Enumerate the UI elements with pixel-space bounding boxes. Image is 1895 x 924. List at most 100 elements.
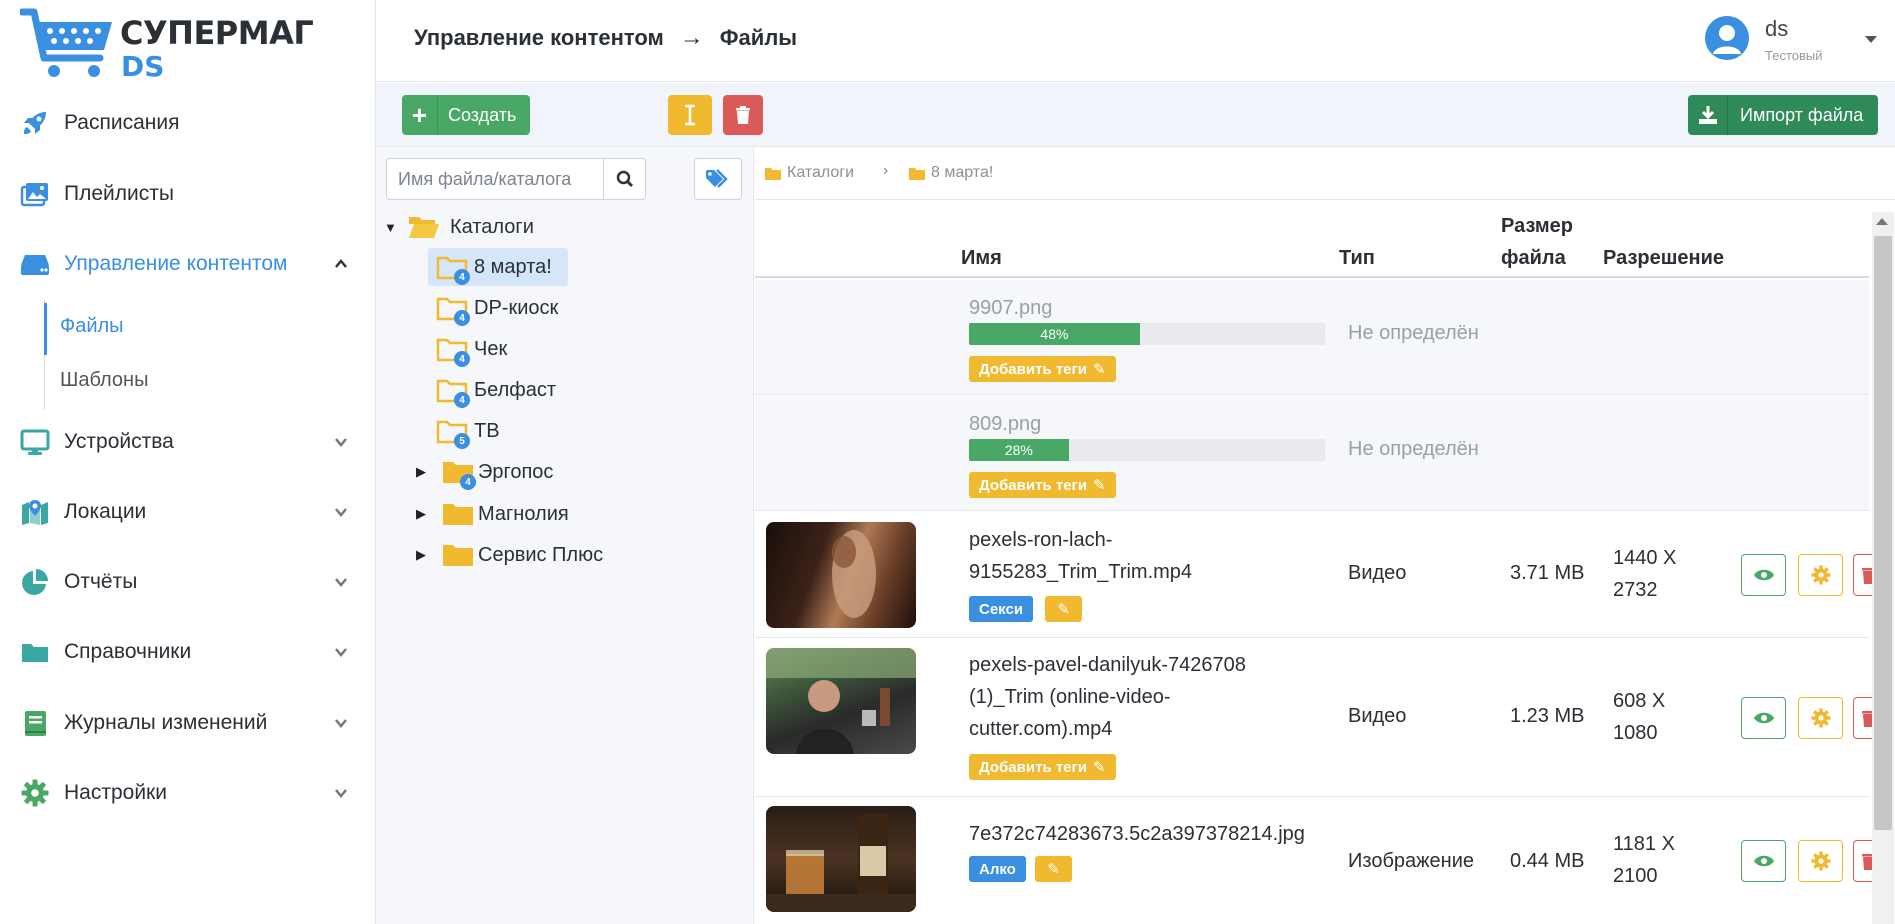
chevron-down-icon: [335, 578, 347, 587]
gear-icon: [1811, 565, 1830, 585]
table-row[interactable]: pexels-ron-lach- 9155283_Trim_Trim.mp4 С…: [755, 512, 1883, 638]
tree-node-label: 8 марта!: [474, 255, 552, 278]
search-input[interactable]: [387, 159, 602, 199]
user-menu[interactable]: ds Тестовый: [1705, 12, 1877, 70]
folder-count-badge: 4: [454, 392, 470, 408]
file-size: 1.23 MB: [1510, 705, 1585, 727]
settings-button[interactable]: [1798, 840, 1843, 882]
eye-icon: [1753, 569, 1774, 581]
sidebar-item-schedules[interactable]: Расписания: [0, 93, 376, 153]
sidebar-item-playlists[interactable]: Плейлисты: [0, 164, 376, 224]
file-type: Видео: [1348, 705, 1407, 727]
chevron-down-icon: [335, 648, 347, 657]
add-tags-button[interactable]: Добавить теги ✎: [969, 472, 1116, 498]
breadcrumb-item-section[interactable]: Управление контентом: [414, 25, 664, 51]
tag-badge[interactable]: Секси: [969, 596, 1034, 622]
tree-node-folder[interactable]: 4 DP-киоск: [428, 289, 628, 327]
arrow-right-icon: →: [679, 24, 704, 51]
file-name-line2: 9155283_Trim_Trim.mp4: [969, 561, 1193, 583]
tree-node-root[interactable]: ▼ Каталоги: [384, 208, 684, 246]
sidebar-item-changelogs[interactable]: Журналы изменений: [0, 693, 376, 753]
file-thumbnail[interactable]: [766, 806, 916, 912]
file-resolution-line2: 2100: [1613, 865, 1658, 887]
sidebar-item-locations[interactable]: Локации: [0, 482, 376, 542]
path-item-catalogs[interactable]: Каталоги: [765, 164, 854, 182]
file-name: 7e372c74283673.5c2a397378214.jpg: [969, 823, 1305, 845]
toolbar: + Создать Импорт файла: [376, 83, 1895, 147]
tree-node-folder[interactable]: ▶ Магнолия: [416, 495, 656, 533]
settings-button[interactable]: [1798, 697, 1843, 739]
gear-icon: [1811, 708, 1830, 728]
tag-badge[interactable]: Алко: [969, 856, 1026, 882]
sidebar-item-reports[interactable]: Отчёты: [0, 552, 376, 612]
chevron-down-icon: [335, 508, 347, 517]
search-icon[interactable]: [603, 159, 645, 199]
rename-button[interactable]: [668, 95, 712, 135]
sidebar-subitem-files[interactable]: Файлы: [44, 303, 344, 355]
view-button[interactable]: [1741, 840, 1786, 882]
app-logo[interactable]: СУПЕРМАГ DS: [20, 8, 314, 83]
settings-button[interactable]: [1798, 554, 1843, 596]
tree-node-folder[interactable]: 4 Белфаст: [428, 371, 628, 409]
create-button-label: Создать: [448, 104, 517, 125]
folder-tree-panel: ▼ Каталоги 4 8 марта! 4 DP-киоск 4 Чек: [376, 148, 754, 924]
sidebar-item-directories[interactable]: Справочники: [0, 622, 376, 682]
sidebar-subitem-label: Файлы: [60, 314, 124, 337]
chevron-down-icon: [335, 438, 347, 447]
view-button[interactable]: [1741, 554, 1786, 596]
sidebar-subitem-templates[interactable]: Шаблоны: [44, 357, 344, 403]
file-thumbnail[interactable]: [766, 522, 916, 628]
table-row[interactable]: 7e372c74283673.5c2a397378214.jpg Алко ✎ …: [755, 798, 1883, 924]
file-size: 0.44 MB: [1510, 850, 1585, 872]
plus-icon: +: [402, 95, 438, 135]
caret-down-icon[interactable]: ▼: [384, 220, 397, 235]
caret-right-icon[interactable]: ▶: [416, 506, 426, 522]
column-header-type[interactable]: Тип: [1339, 242, 1375, 274]
delete-button[interactable]: [723, 95, 763, 135]
tree-node-folder[interactable]: ▶ 4 Эргопос: [416, 453, 656, 491]
import-file-button[interactable]: Импорт файла: [1688, 95, 1878, 135]
view-button[interactable]: [1741, 697, 1786, 739]
table-row[interactable]: 809.png 28% Добавить теги ✎ Не определён: [755, 396, 1869, 511]
caret-right-icon[interactable]: ▶: [416, 464, 426, 480]
sidebar-item-settings[interactable]: Настройки: [0, 763, 376, 823]
caret-right-icon[interactable]: ▶: [416, 547, 426, 563]
edit-tags-button[interactable]: ✎: [1035, 856, 1072, 882]
tree-node-folder[interactable]: 4 Чек: [428, 330, 628, 368]
column-header-size-line2[interactable]: файла: [1501, 242, 1566, 274]
path-item-current[interactable]: 8 марта!: [909, 164, 993, 182]
edit-tags-button[interactable]: ✎: [1045, 596, 1082, 622]
tags-filter-button[interactable]: [694, 158, 742, 200]
create-button[interactable]: + Создать: [402, 95, 530, 135]
folder-icon: [443, 504, 473, 525]
table-row[interactable]: pexels-pavel-danilyuk-7426708 (1)_Trim (…: [755, 639, 1883, 797]
tree-node-folder[interactable]: 4 8 марта!: [428, 248, 568, 286]
sidebar-item-devices[interactable]: Устройства: [0, 412, 376, 472]
sidebar-item-label: Настройки: [64, 781, 167, 804]
column-header-resolution[interactable]: Разрешение: [1603, 242, 1724, 274]
eye-icon: [1753, 712, 1774, 724]
sidebar-item-content[interactable]: Управление контентом: [0, 234, 376, 294]
table-row[interactable]: 9907.png 48% Добавить теги ✎ Не определё…: [755, 280, 1869, 395]
folder-icon: [909, 167, 925, 180]
file-thumbnail[interactable]: [766, 648, 916, 754]
tree-node-folder[interactable]: 5 ТВ: [428, 412, 628, 450]
eye-icon: [1753, 855, 1774, 867]
add-tags-button[interactable]: Добавить теги ✎: [969, 754, 1116, 780]
text-cursor-icon: [685, 104, 695, 126]
folder-count-badge: 5: [454, 433, 470, 449]
column-header-name[interactable]: Имя: [961, 242, 1002, 274]
tree-node-folder[interactable]: ▶ Сервис Плюс: [416, 536, 676, 574]
scroll-up-arrow-icon[interactable]: [1876, 218, 1888, 225]
file-name-line3: cutter.com).mp4: [969, 718, 1113, 740]
vertical-scrollbar[interactable]: [1872, 212, 1894, 924]
path-item-label: 8 марта!: [931, 164, 994, 181]
add-tags-button[interactable]: Добавить теги ✎: [969, 356, 1116, 382]
trash-icon: [736, 106, 750, 124]
scrollbar-thumb[interactable]: [1874, 236, 1892, 830]
sidebar-item-label: Справочники: [64, 640, 192, 663]
folder-count-badge: 4: [454, 310, 470, 326]
table-header: Имя Тип Размер файла Разрешение: [755, 212, 1869, 278]
add-tags-label: Добавить теги: [979, 360, 1087, 378]
column-header-size-line1[interactable]: Размер: [1501, 210, 1573, 242]
